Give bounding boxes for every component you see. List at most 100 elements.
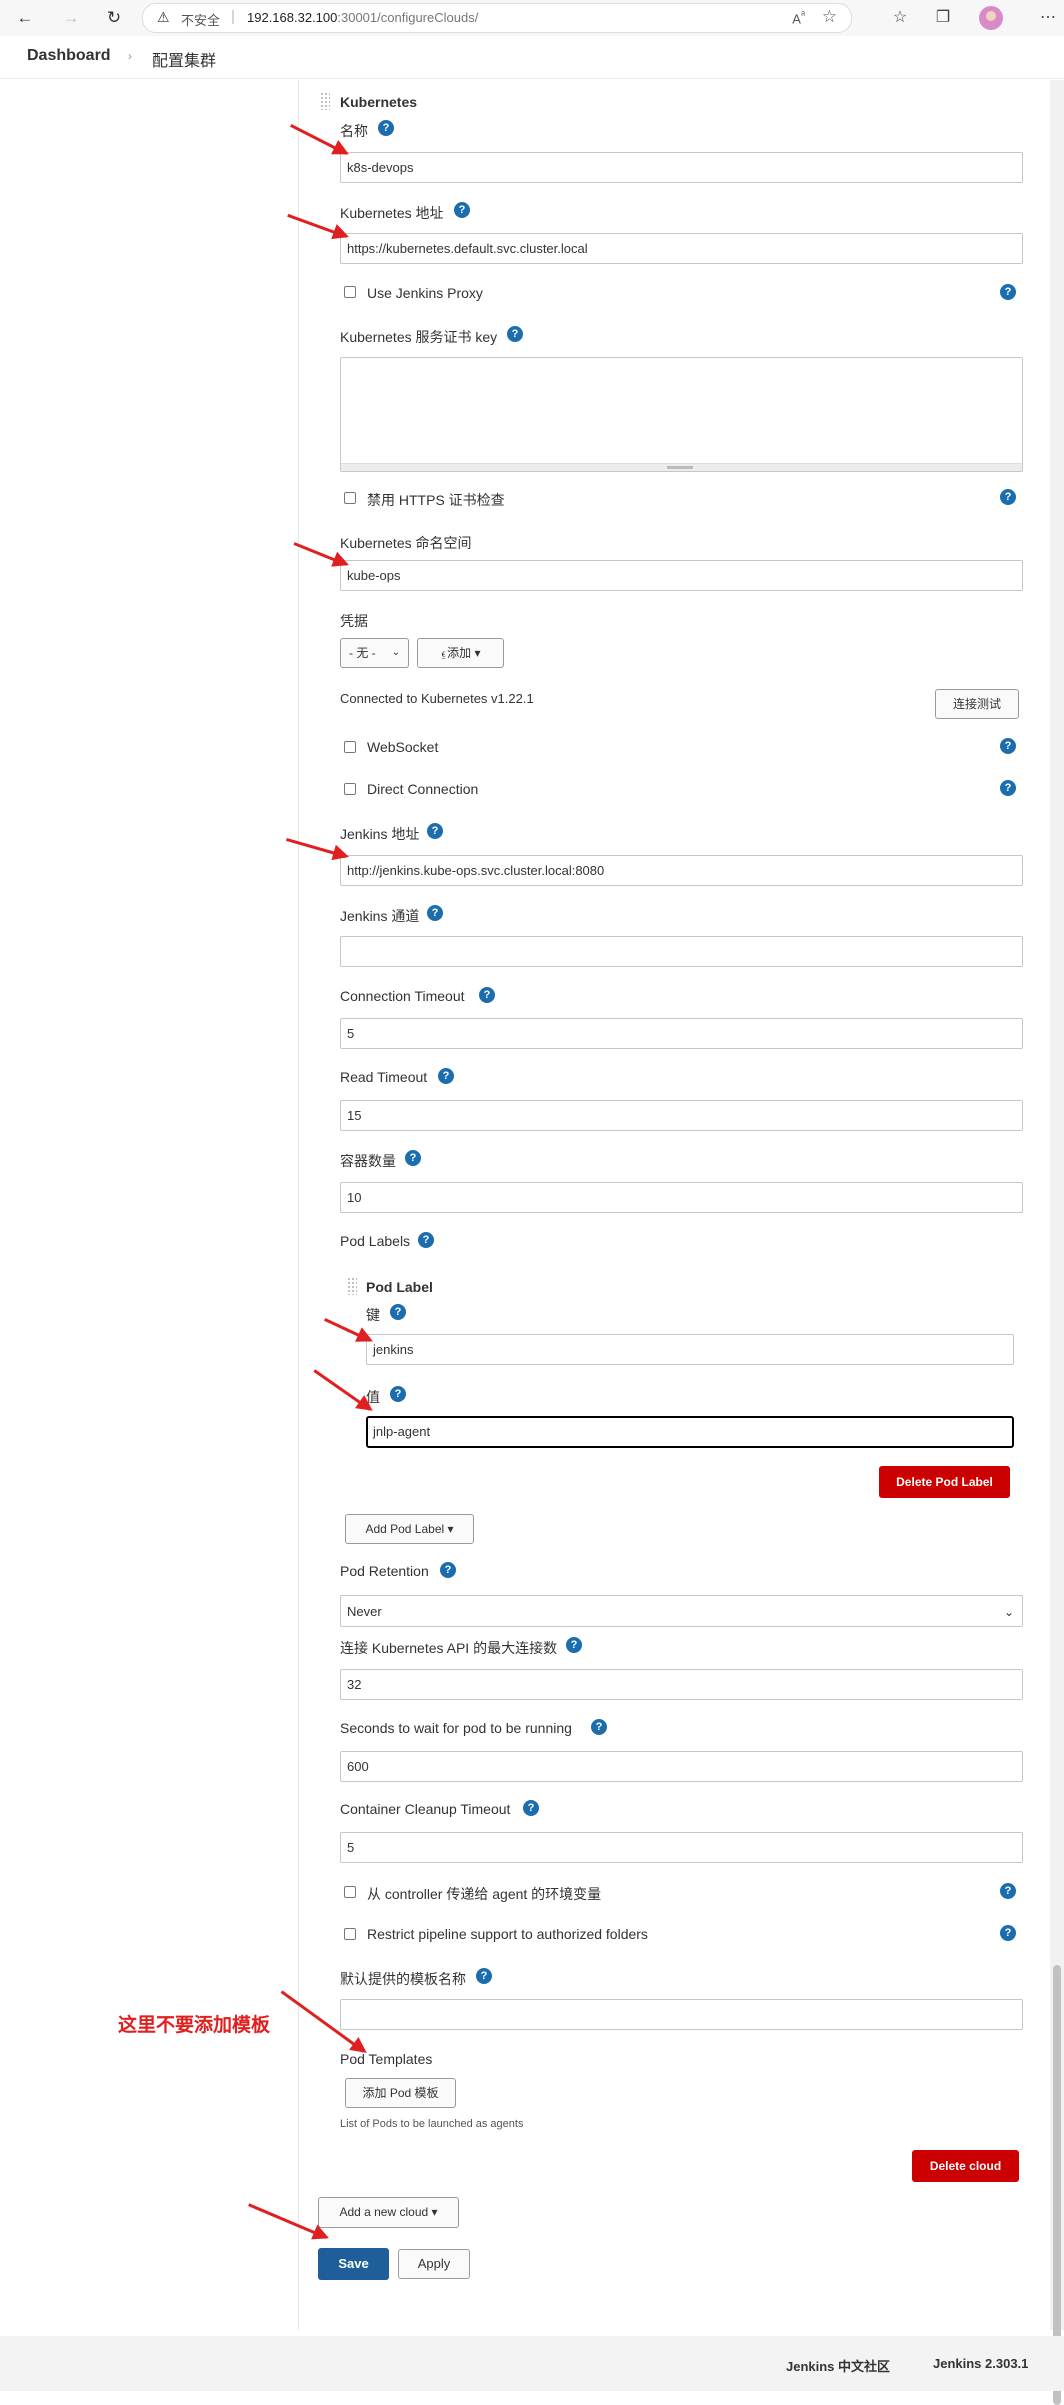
websocket-checkbox[interactable] <box>344 741 356 753</box>
name-label: 名称 <box>340 123 368 139</box>
drag-handle-icon[interactable] <box>347 1277 357 1295</box>
drag-handle-icon[interactable] <box>320 92 330 110</box>
cleanup-timeout-input[interactable]: 5 <box>340 1832 1023 1863</box>
help-icon[interactable]: ? <box>390 1304 406 1320</box>
add-pod-template-button[interactable]: 添加 Pod 模板 <box>345 2078 456 2108</box>
pod-label-key-input[interactable]: jenkins <box>366 1334 1014 1365</box>
delete-pod-label-button[interactable]: Delete Pod Label <box>879 1466 1010 1498</box>
footer-community-link[interactable]: Jenkins 中文社区 <box>786 2356 890 2375</box>
jenkins-tunnel-input[interactable] <box>340 936 1023 967</box>
kubernetes-url-input[interactable]: https://kubernetes.default.svc.cluster.l… <box>340 233 1023 264</box>
breadcrumb: Dashboard › 配置集群 <box>0 36 1064 79</box>
help-icon[interactable]: ? <box>390 1386 406 1402</box>
collections-icon[interactable]: ❐ <box>931 6 955 30</box>
favorites-list-icon[interactable]: ☆ <box>888 6 912 30</box>
annotation-arrow <box>285 837 347 858</box>
jenkins-url-input[interactable]: http://jenkins.kube-ops.svc.cluster.loca… <box>340 855 1023 886</box>
breadcrumb-dashboard[interactable]: Dashboard <box>27 47 111 65</box>
credentials-select[interactable]: - 无 - ⌄ <box>340 638 409 668</box>
help-icon[interactable]: ? <box>1000 738 1016 754</box>
help-icon[interactable]: ? <box>454 202 470 218</box>
pod-retention-select[interactable]: Never ⌄ <box>340 1595 1023 1627</box>
section-title: Kubernetes <box>340 94 418 110</box>
annotation-arrow <box>293 542 347 566</box>
profile-avatar[interactable] <box>979 6 1003 30</box>
cert-key-label: Kubernetes 服务证书 key <box>340 329 498 345</box>
container-cap-input[interactable]: 10 <box>340 1182 1023 1213</box>
restrict-pipeline-checkbox[interactable] <box>344 1928 356 1940</box>
save-button[interactable]: Save <box>318 2248 389 2280</box>
connection-status: Connected to Kubernetes v1.22.1 <box>340 691 534 706</box>
use-proxy-checkbox[interactable] <box>344 286 356 298</box>
footer-version[interactable]: Jenkins 2.303.1 <box>933 2356 1028 2371</box>
delete-cloud-button[interactable]: Delete cloud <box>912 2150 1019 2182</box>
chevron-down-icon: ⌄ <box>1003 1605 1014 1619</box>
connection-timeout-label: Connection Timeout <box>340 988 465 1004</box>
warning-icon: ⚠ <box>157 9 170 25</box>
test-connection-button[interactable]: 连接测试 <box>935 689 1019 719</box>
disable-https-checkbox[interactable] <box>344 492 356 504</box>
pod-labels-label: Pod Labels <box>340 1233 411 1249</box>
pass-env-label: 从 controller 传递给 agent 的环境变量 <box>367 1886 602 1902</box>
add-new-cloud-button[interactable]: Add a new cloud ▾ <box>318 2197 459 2228</box>
annotation-arrow <box>248 2203 327 2239</box>
help-icon[interactable]: ? <box>591 1719 607 1735</box>
arrow-right-icon[interactable]: → <box>59 6 83 30</box>
help-icon[interactable]: ? <box>1000 489 1016 505</box>
help-icon[interactable]: ? <box>476 1968 492 1984</box>
websocket-label: WebSocket <box>367 739 439 755</box>
help-icon[interactable]: ? <box>1000 780 1016 796</box>
url-text: 192.168.32.100:30001/configureClouds/ <box>247 10 479 25</box>
direct-connection-label: Direct Connection <box>367 781 479 797</box>
favorite-icon[interactable]: ☆ <box>822 7 837 27</box>
help-icon[interactable]: ? <box>427 905 443 921</box>
cert-key-textarea[interactable] <box>340 357 1023 472</box>
help-icon[interactable]: ? <box>440 1562 456 1578</box>
read-timeout-input[interactable]: 15 <box>340 1100 1023 1131</box>
help-icon[interactable]: ? <box>378 120 394 136</box>
restrict-pipeline-label: Restrict pipeline support to authorized … <box>367 1926 648 1942</box>
help-icon[interactable]: ? <box>418 1232 434 1248</box>
help-icon[interactable]: ? <box>427 823 443 839</box>
help-icon[interactable]: ? <box>1000 1883 1016 1899</box>
credentials-label: 凭据 <box>340 613 368 629</box>
resize-grip[interactable] <box>341 463 1022 471</box>
help-icon[interactable]: ? <box>1000 1925 1016 1941</box>
add-credentials-button[interactable]: ⍷添加 ▾ <box>417 638 504 668</box>
help-icon[interactable]: ? <box>405 1150 421 1166</box>
direct-connection-checkbox[interactable] <box>344 783 356 795</box>
wait-seconds-input[interactable]: 600 <box>340 1751 1023 1782</box>
read-aloud-icon[interactable]: Aᵃ <box>792 9 805 26</box>
max-connections-input[interactable]: 32 <box>340 1669 1023 1700</box>
help-icon[interactable]: ? <box>523 1800 539 1816</box>
add-pod-label-button[interactable]: Add Pod Label ▾ <box>345 1514 474 1544</box>
chevron-right-icon: › <box>128 49 132 63</box>
default-template-label: 默认提供的模板名称 <box>340 1971 466 1987</box>
max-connections-label: 连接 Kubernetes API 的最大连接数 <box>340 1640 558 1656</box>
help-icon[interactable]: ? <box>507 326 523 342</box>
help-icon[interactable]: ? <box>566 1637 582 1653</box>
pass-env-checkbox[interactable] <box>344 1886 356 1898</box>
help-icon[interactable]: ? <box>479 987 495 1003</box>
key-label: 键 <box>366 1307 380 1323</box>
scrollbar[interactable] <box>1050 80 1064 2405</box>
jenkins-tunnel-label: Jenkins 通道 <box>340 908 420 924</box>
connection-timeout-input[interactable]: 5 <box>340 1018 1023 1049</box>
more-icon[interactable]: ⋯ <box>1036 6 1060 30</box>
default-template-input[interactable] <box>340 1999 1023 2030</box>
pod-label-title: Pod Label <box>366 1279 433 1295</box>
security-label: 不安全 <box>181 13 221 28</box>
address-bar[interactable]: ⚠ 不安全 | 192.168.32.100:30001/configureCl… <box>142 3 852 33</box>
reload-icon[interactable]: ↻ <box>102 6 126 30</box>
name-input[interactable]: k8s-devops <box>340 152 1023 183</box>
help-icon[interactable]: ? <box>1000 284 1016 300</box>
pod-label-value-input[interactable]: jnlp-agent <box>366 1416 1014 1448</box>
help-icon[interactable]: ? <box>438 1068 454 1084</box>
sidebar-divider <box>298 80 299 2330</box>
breadcrumb-current[interactable]: 配置集群 <box>152 47 216 71</box>
apply-button[interactable]: Apply <box>398 2249 470 2279</box>
cleanup-timeout-label: Container Cleanup Timeout <box>340 1801 511 1817</box>
namespace-input[interactable]: kube-ops <box>340 560 1023 591</box>
arrow-left-icon[interactable]: ← <box>13 6 37 30</box>
pod-retention-label: Pod Retention <box>340 1563 429 1579</box>
